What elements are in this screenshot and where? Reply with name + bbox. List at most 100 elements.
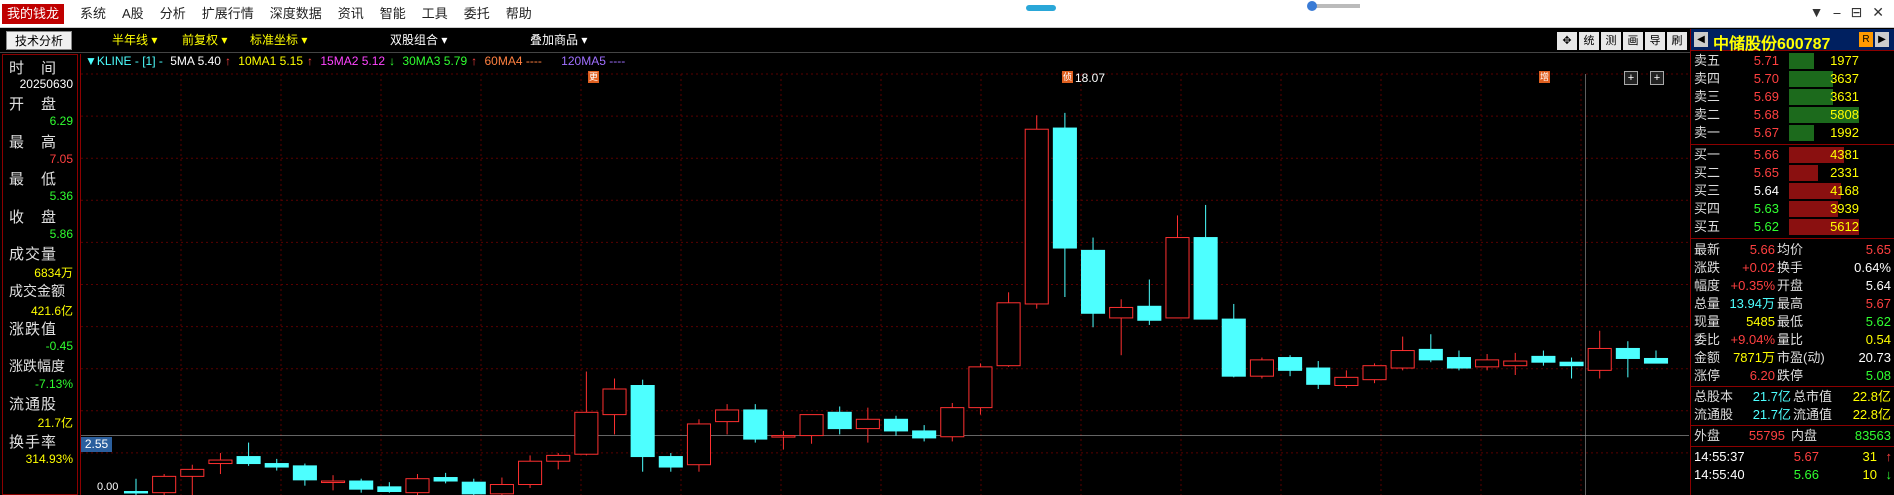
measure-button[interactable]: 测 bbox=[1601, 32, 1621, 50]
candle[interactable] bbox=[236, 442, 261, 466]
menu-tools[interactable]: 工具 bbox=[422, 0, 448, 28]
candle[interactable] bbox=[1475, 354, 1500, 371]
candle[interactable] bbox=[771, 430, 796, 450]
candle[interactable] bbox=[461, 478, 486, 495]
close-button[interactable]: ✕ bbox=[1872, 4, 1884, 21]
stats-button[interactable]: 统 bbox=[1579, 32, 1599, 50]
candle[interactable] bbox=[574, 371, 599, 456]
menu-analysis[interactable]: 分析 bbox=[160, 0, 186, 28]
slider-knob[interactable] bbox=[1307, 1, 1317, 11]
candle[interactable] bbox=[123, 478, 149, 495]
menu-system[interactable]: 系统 bbox=[80, 0, 106, 28]
candle[interactable] bbox=[1024, 115, 1049, 309]
news-flag-2[interactable]: 侦 bbox=[1062, 71, 1073, 83]
candle[interactable] bbox=[602, 378, 627, 435]
candle[interactable] bbox=[630, 379, 655, 472]
bid-row[interactable]: 买三 5.64 4168 bbox=[1691, 182, 1891, 200]
coord-dropdown[interactable]: 标准坐标 ▾ bbox=[250, 29, 307, 51]
menu-extended-quotes[interactable]: 扩展行情 bbox=[202, 0, 254, 28]
candle[interactable] bbox=[686, 419, 712, 472]
candle[interactable] bbox=[377, 482, 402, 493]
period-dropdown[interactable]: 半年线 ▾ bbox=[112, 29, 157, 51]
candle[interactable] bbox=[1165, 215, 1190, 319]
candle[interactable] bbox=[208, 453, 233, 475]
candle[interactable] bbox=[349, 478, 374, 493]
candle[interactable] bbox=[940, 402, 965, 442]
ask-row[interactable]: 卖一 5.67 1992 bbox=[1691, 124, 1891, 142]
candle[interactable] bbox=[1587, 330, 1612, 379]
candle[interactable] bbox=[1193, 204, 1218, 320]
candle[interactable] bbox=[546, 453, 571, 470]
menu-news[interactable]: 资讯 bbox=[338, 0, 364, 28]
candle[interactable] bbox=[855, 407, 880, 443]
candle[interactable] bbox=[912, 425, 937, 442]
candle[interactable] bbox=[1334, 370, 1359, 388]
candle[interactable] bbox=[1503, 352, 1528, 376]
news-flag-1[interactable]: 更 bbox=[588, 71, 599, 83]
bid-row[interactable]: 买二 5.65 2331 bbox=[1691, 164, 1891, 182]
candle[interactable] bbox=[1446, 350, 1472, 371]
candle[interactable] bbox=[1615, 341, 1640, 378]
prev-stock-button[interactable]: ◀ bbox=[1694, 32, 1708, 47]
menu-smart[interactable]: 智能 bbox=[380, 0, 406, 28]
ask-row[interactable]: 卖三 5.69 3631 bbox=[1691, 88, 1891, 106]
candle[interactable] bbox=[320, 475, 346, 491]
candle[interactable] bbox=[743, 404, 768, 443]
menu-a-share[interactable]: A股 bbox=[122, 0, 144, 28]
candle[interactable] bbox=[180, 464, 205, 495]
draw-button[interactable]: 画 bbox=[1623, 32, 1643, 50]
bid-row[interactable]: 买一 5.66 4381 bbox=[1691, 146, 1891, 164]
move-icon[interactable]: ✥ bbox=[1557, 32, 1577, 50]
minimize-button[interactable]: ⎯ bbox=[1834, 4, 1841, 21]
volume-slider[interactable] bbox=[1307, 1, 1360, 11]
restore-button[interactable]: ⊟ bbox=[1851, 4, 1863, 21]
candle[interactable] bbox=[799, 414, 824, 444]
candle[interactable] bbox=[1137, 279, 1162, 325]
menu-trade[interactable]: 委托 bbox=[464, 0, 490, 28]
zoom-in-button[interactable]: + bbox=[1650, 71, 1664, 85]
candle[interactable] bbox=[518, 455, 543, 489]
export-button[interactable]: 导 bbox=[1645, 32, 1665, 50]
zoom-out-button[interactable]: + bbox=[1624, 71, 1638, 85]
refresh-button[interactable]: 刷 bbox=[1667, 32, 1687, 50]
candle[interactable] bbox=[1390, 336, 1415, 371]
candle[interactable] bbox=[152, 474, 177, 495]
ask-row[interactable]: 卖四 5.70 3637 bbox=[1691, 70, 1891, 88]
candle[interactable] bbox=[1418, 334, 1443, 363]
candle[interactable] bbox=[1306, 361, 1331, 389]
overlay-dropdown[interactable]: 叠加商品 ▾ bbox=[530, 29, 587, 51]
candle[interactable] bbox=[489, 477, 514, 495]
candle[interactable] bbox=[1249, 357, 1274, 379]
bid-row[interactable]: 买五 5.62 5612 bbox=[1691, 218, 1891, 236]
candle[interactable] bbox=[433, 472, 458, 484]
dropdown-icon[interactable]: ▼ bbox=[1810, 4, 1824, 21]
candle[interactable] bbox=[1221, 303, 1246, 378]
r-badge[interactable]: R bbox=[1859, 32, 1873, 47]
candle[interactable] bbox=[996, 292, 1021, 367]
app-logo[interactable]: 我的钱龙 bbox=[2, 4, 65, 24]
kline-label[interactable]: ▼KLINE - [1] - bbox=[85, 54, 163, 68]
next-stock-button[interactable]: ▶ bbox=[1875, 32, 1889, 47]
candle[interactable] bbox=[1559, 357, 1584, 379]
candle[interactable] bbox=[1531, 350, 1556, 366]
candle[interactable] bbox=[264, 458, 289, 471]
ask-row[interactable]: 卖五 5.71 1977 bbox=[1691, 52, 1891, 70]
menu-depth-data[interactable]: 深度数据 bbox=[270, 0, 322, 28]
adjust-dropdown[interactable]: 前复权 ▾ bbox=[182, 29, 227, 51]
dual-stock-dropdown[interactable]: 双股组合 ▾ bbox=[390, 29, 447, 51]
candle[interactable] bbox=[1052, 112, 1077, 297]
menu-help[interactable]: 帮助 bbox=[506, 0, 532, 28]
kline-svg[interactable] bbox=[81, 54, 1689, 495]
candle[interactable] bbox=[1080, 237, 1106, 328]
candle[interactable] bbox=[292, 463, 317, 486]
ask-row[interactable]: 卖二 5.68 5808 bbox=[1691, 106, 1891, 124]
candle[interactable] bbox=[968, 363, 993, 415]
candle[interactable] bbox=[1362, 363, 1387, 384]
candle[interactable] bbox=[715, 404, 740, 435]
news-flag-3[interactable]: 增 bbox=[1539, 71, 1550, 83]
kline-chart[interactable]: ▼KLINE - [1] - 5MA 5.40 ↑ 10MA1 5.15 ↑ 15M… bbox=[80, 54, 1689, 495]
candle[interactable] bbox=[883, 415, 909, 436]
candle[interactable] bbox=[1278, 355, 1303, 377]
bid-row[interactable]: 买四 5.63 3939 bbox=[1691, 200, 1891, 218]
tab-technical-analysis[interactable]: 技术分析 bbox=[6, 31, 72, 50]
